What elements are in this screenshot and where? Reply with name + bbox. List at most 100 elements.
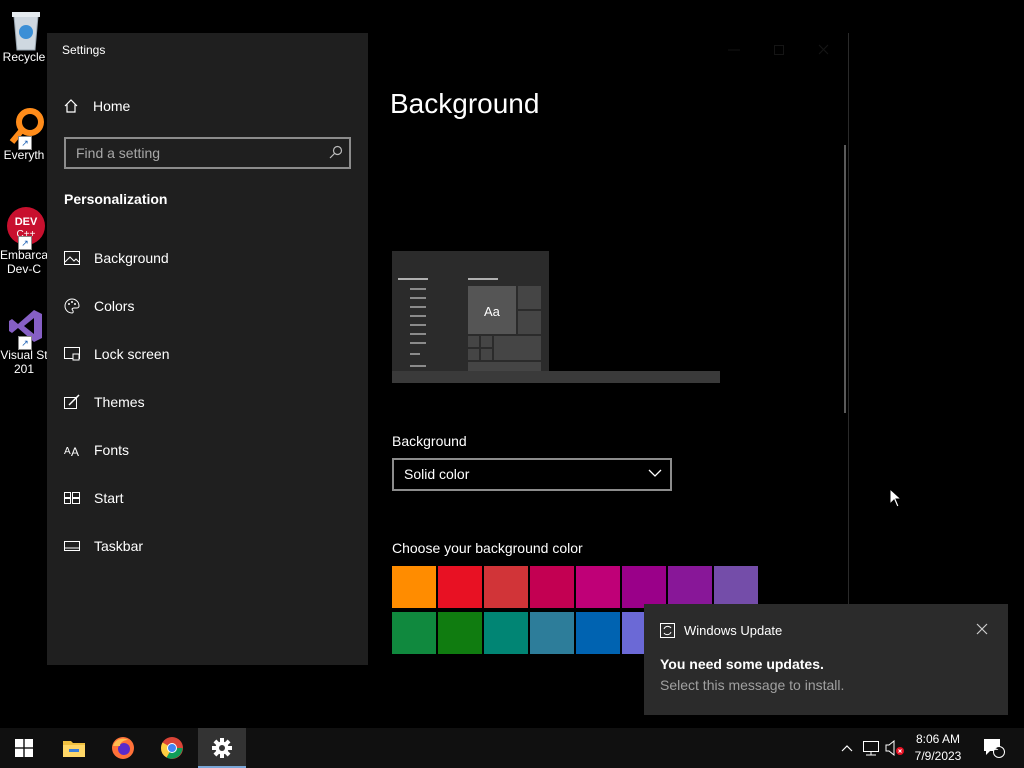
desktop-icon-devcpp[interactable]: DEV C++ ↗ Embarca Dev-C — [0, 206, 52, 276]
taskbar: 8:06 AM 7/9/2023 1 — [0, 728, 1024, 768]
notification-toast[interactable]: Windows Update You need some updates. Se… — [644, 604, 1008, 715]
file-explorer-icon — [63, 741, 85, 757]
background-preview: Aa — [392, 251, 549, 382]
search-input[interactable]: Find a setting — [64, 137, 351, 169]
svg-text:A: A — [64, 446, 71, 457]
preview-sample-text: Aa — [484, 304, 500, 319]
nav-item-label: Themes — [94, 394, 145, 410]
nav-item-taskbar[interactable]: Taskbar — [47, 526, 368, 566]
notification-app-name: Windows Update — [684, 623, 783, 638]
color-swatch[interactable] — [714, 566, 758, 608]
dropdown-value: Solid color — [404, 466, 470, 482]
minimize-button[interactable] — [722, 41, 746, 59]
visual-studio-icon: ↗ — [6, 306, 46, 350]
shortcut-arrow-icon: ↗ — [18, 136, 32, 150]
nav-item-label: Background — [94, 250, 169, 266]
background-label: Background — [392, 433, 467, 449]
search-placeholder: Find a setting — [76, 145, 161, 161]
windows-logo-icon — [15, 739, 33, 757]
preview-taskbar — [392, 371, 720, 383]
nav-item-background[interactable]: Background — [47, 238, 368, 278]
fonts-icon: AA — [64, 442, 80, 458]
nav-item-label: Taskbar — [94, 538, 144, 554]
shortcut-arrow-icon: ↗ — [18, 336, 32, 350]
color-swatch[interactable] — [668, 566, 712, 608]
color-swatch[interactable] — [392, 566, 436, 608]
taskbar-icon — [64, 538, 80, 554]
chevron-down-icon — [648, 469, 662, 477]
close-button[interactable] — [812, 41, 836, 59]
desktop-icon-recycle-bin[interactable]: Recycle — [0, 8, 52, 64]
nav-item-start[interactable]: Start — [47, 478, 368, 518]
desktop-icon-everything[interactable]: ↗ Everyth — [0, 106, 52, 162]
notification-headline: You need some updates. — [660, 656, 824, 672]
volume-muted-icon — [885, 740, 904, 756]
maximize-button[interactable] — [767, 41, 791, 59]
color-swatch[interactable] — [530, 612, 574, 654]
nav-item-lock-screen[interactable]: Lock screen — [47, 334, 368, 374]
color-swatch[interactable] — [576, 612, 620, 654]
update-icon — [660, 623, 675, 638]
chrome-button[interactable] — [148, 728, 196, 768]
preview-start-menu — [398, 278, 541, 374]
background-type-dropdown[interactable]: Solid color — [392, 458, 672, 491]
desktop-icon-visual-studio[interactable]: ↗ Visual St 201 — [0, 306, 52, 376]
color-swatch[interactable] — [622, 566, 666, 608]
nav-item-label: Colors — [94, 298, 135, 314]
chevron-up-icon — [841, 745, 853, 752]
svg-text:DEV: DEV — [15, 216, 38, 228]
settings-content-pane: Background Aa Background Solid color Cho… — [368, 33, 849, 665]
color-swatch[interactable] — [530, 566, 574, 608]
search-icon[interactable] — [329, 145, 343, 159]
settings-window: Settings Home Find a setting Personaliza… — [47, 33, 849, 665]
clock[interactable]: 8:06 AM 7/9/2023 — [908, 731, 968, 765]
network-button[interactable] — [860, 728, 882, 768]
notification-body: Select this message to install. — [660, 677, 845, 693]
firefox-button[interactable] — [99, 728, 147, 768]
color-picker-label: Choose your background color — [392, 540, 583, 556]
devcpp-icon: DEV C++ ↗ — [6, 206, 46, 250]
nav-item-colors[interactable]: Colors — [47, 286, 368, 326]
start-button[interactable] — [0, 728, 48, 768]
color-swatch[interactable] — [392, 612, 436, 654]
everything-icon: ↗ — [6, 106, 46, 150]
lock-screen-icon — [64, 346, 80, 362]
desktop-icon-label: Embarca — [0, 248, 49, 262]
svg-text:A: A — [71, 445, 79, 457]
nav-item-themes[interactable]: Themes — [47, 382, 368, 422]
show-hidden-icons-button[interactable] — [838, 728, 856, 768]
settings-icon — [212, 738, 232, 758]
color-swatch[interactable] — [576, 566, 620, 608]
desktop-icon-label-line2: 201 — [13, 362, 35, 376]
color-swatch[interactable] — [438, 612, 482, 654]
home-icon — [64, 99, 78, 113]
mouse-cursor-icon — [889, 488, 903, 508]
section-title: Personalization — [64, 191, 168, 207]
nav-item-label: Start — [94, 490, 124, 506]
recycle-bin-icon — [6, 8, 46, 51]
nav-item-fonts[interactable]: AA Fonts — [47, 430, 368, 470]
start-icon — [64, 490, 80, 506]
volume-button[interactable] — [884, 728, 906, 768]
close-icon[interactable] — [976, 623, 988, 635]
color-swatch[interactable] — [438, 566, 482, 608]
firefox-icon — [112, 737, 134, 759]
network-icon — [863, 741, 879, 756]
action-center-button[interactable]: 1 — [980, 728, 1008, 768]
picture-icon — [64, 250, 80, 266]
settings-nav-pane: Settings Home Find a setting Personaliza… — [47, 33, 368, 665]
window-edge — [848, 33, 849, 665]
home-link[interactable]: Home — [63, 95, 130, 117]
color-swatch[interactable] — [484, 612, 528, 654]
shortcut-arrow-icon: ↗ — [18, 236, 32, 250]
clock-date: 7/9/2023 — [914, 749, 962, 763]
color-swatch[interactable] — [484, 566, 528, 608]
notification-count-badge: 1 — [993, 742, 999, 753]
file-explorer-button[interactable] — [50, 728, 98, 768]
settings-taskbar-button[interactable] — [198, 728, 246, 768]
palette-icon — [64, 298, 80, 314]
scrollbar[interactable] — [844, 145, 846, 413]
chrome-icon — [161, 737, 183, 759]
desktop-icon-label: Everyth — [3, 148, 45, 162]
nav-item-label: Fonts — [94, 442, 130, 458]
